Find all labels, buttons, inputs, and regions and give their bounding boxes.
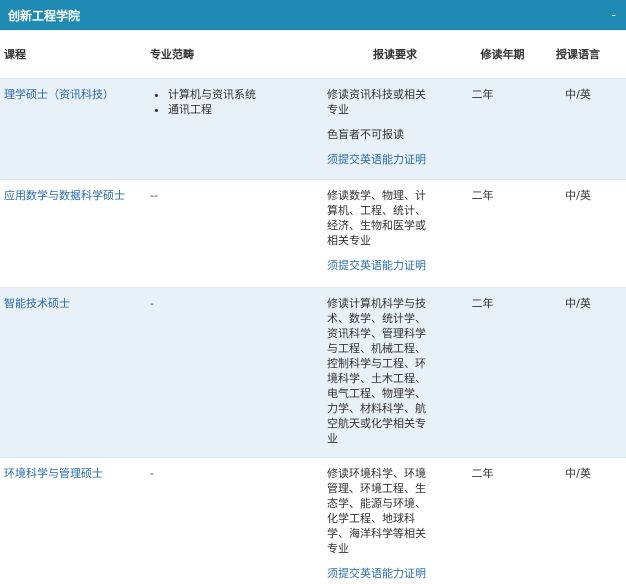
header-duration: 修读年期 bbox=[480, 48, 525, 61]
english-proof-link[interactable]: 须提交英语能力证明 bbox=[327, 258, 427, 273]
english-proof-link[interactable]: 须提交英语能力证明 bbox=[327, 566, 427, 581]
requirement-text: 色盲者不可报读 bbox=[327, 128, 404, 141]
field-list: 计算机与资讯系统 通讯工程 bbox=[140, 87, 315, 179]
table-row: 理学硕士（资讯科技） 计算机与资讯系统 通讯工程 修读资讯科技或相关专业 色盲者… bbox=[0, 79, 626, 180]
header-requirements: 报读要求 bbox=[373, 48, 417, 61]
course-link[interactable]: 环境科学与管理硕士 bbox=[4, 467, 103, 480]
program-table: 课程 专业范畴 报读要求 修读年期 授课语言 理学硕士（资讯科技） 计算机与资讯… bbox=[0, 30, 626, 584]
duration: 二年 bbox=[471, 297, 494, 310]
field-item: 计算机与资讯系统 bbox=[168, 87, 315, 102]
field-text: - bbox=[150, 297, 154, 310]
table-header-row: 课程 专业范畴 报读要求 修读年期 授课语言 bbox=[0, 30, 626, 79]
course-link[interactable]: 应用数学与数据科学硕士 bbox=[4, 189, 125, 202]
english-proof-link[interactable]: 须提交英语能力证明 bbox=[327, 152, 427, 167]
header-language: 授课语言 bbox=[556, 48, 600, 61]
duration: 二年 bbox=[471, 88, 494, 101]
table-row: 环境科学与管理硕士 - 修读环境科学、环境管理、环境工程、生态学、能源与环境、化… bbox=[0, 458, 626, 584]
requirement-text: 修读资讯科技或相关专业 bbox=[327, 88, 426, 116]
header-course: 课程 bbox=[4, 48, 26, 61]
field-text: - bbox=[150, 467, 154, 480]
table-row: 智能技术硕士 - 修读计算机科学与技术、数学、统计学、资讯科学、管理科学与工程、… bbox=[0, 288, 626, 458]
header-field: 专业范畴 bbox=[150, 48, 194, 61]
field-item: 通讯工程 bbox=[168, 102, 315, 117]
duration: 二年 bbox=[471, 189, 494, 202]
language: 中/英 bbox=[565, 467, 591, 480]
course-link[interactable]: 智能技术硕士 bbox=[4, 297, 70, 310]
requirement-text: 修读环境科学、环境管理、环境工程、生态学、能源与环境、化学工程、地球科学、海洋科… bbox=[327, 467, 426, 555]
collapse-button[interactable]: - bbox=[612, 8, 616, 22]
language: 中/英 bbox=[565, 88, 591, 101]
requirement-text: 修读计算机科学与技术、数学、统计学、资讯科学、管理科学与工程、机械工程、控制科学… bbox=[327, 297, 426, 445]
requirement-text: 修读数学、物理、计算机、工程、统计、经济、生物和医学或相关专业 bbox=[327, 189, 426, 247]
section-header[interactable]: 创新工程学院 - bbox=[0, 0, 626, 30]
language: 中/英 bbox=[565, 297, 591, 310]
course-link[interactable]: 理学硕士（资讯科技） bbox=[4, 88, 114, 101]
field-text: -- bbox=[150, 189, 158, 202]
section-title: 创新工程学院 bbox=[8, 8, 81, 23]
table-row: 应用数学与数据科学硕士 -- 修读数学、物理、计算机、工程、统计、经济、生物和医… bbox=[0, 180, 626, 288]
language: 中/英 bbox=[565, 189, 591, 202]
duration: 二年 bbox=[471, 467, 494, 480]
